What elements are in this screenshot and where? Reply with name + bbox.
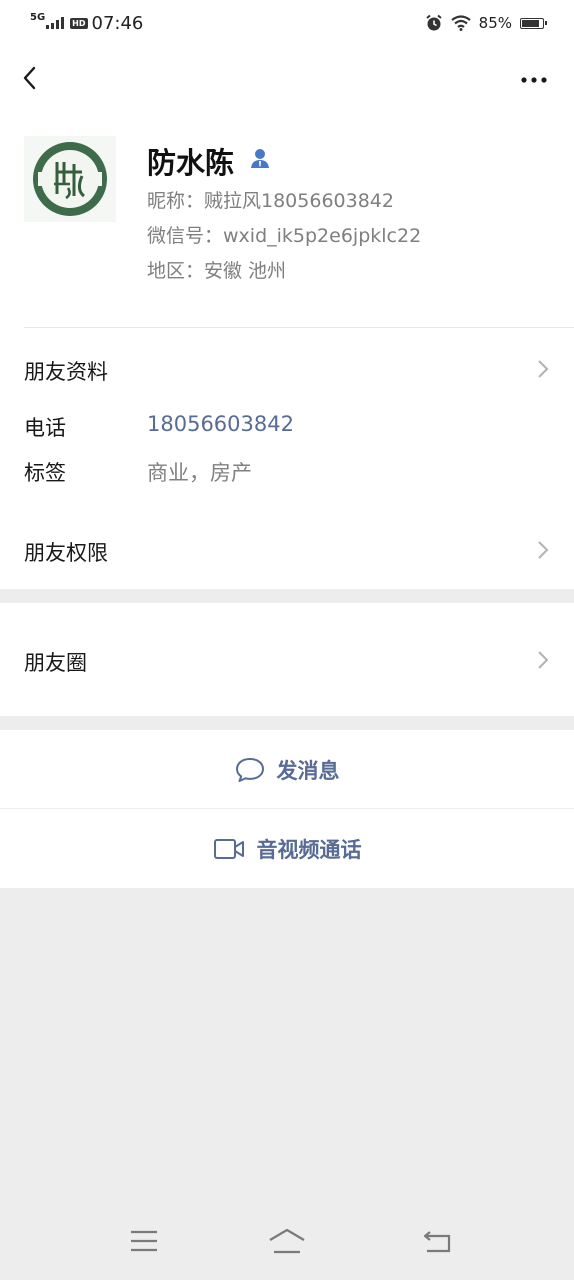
system-nav-bar [0, 1210, 574, 1280]
phone-link[interactable]: 18056603842 [147, 412, 294, 436]
send-message-button[interactable]: 发消息 [0, 730, 574, 809]
alarm-icon [426, 14, 442, 31]
status-bar: 5G HD 07:46 85% [0, 0, 574, 46]
home-button[interactable] [267, 1224, 307, 1258]
signal-icon [46, 17, 65, 29]
tags-value: 商业，房产 [147, 461, 252, 485]
profile-section: 防水陈 昵称：贼拉风18056603842 微信号：wxid_ik5p2e6jp… [0, 46, 574, 589]
battery-icon [520, 17, 547, 29]
menu-icon [131, 1230, 157, 1252]
back-button[interactable] [14, 60, 50, 96]
chevron-left-icon [23, 66, 36, 90]
chevron-right-icon [538, 360, 549, 378]
tags-label: 标签 [24, 461, 66, 485]
nav-bar [0, 46, 574, 112]
more-dots-icon [521, 77, 547, 83]
battery-percent: 85% [478, 14, 512, 32]
chevron-right-icon [538, 651, 549, 669]
wifi-icon [450, 15, 471, 31]
moments-row[interactable]: 朋友圈 [0, 603, 574, 716]
person-icon [251, 149, 269, 168]
send-message-label: 发消息 [276, 758, 340, 783]
chat-bubble-icon [235, 757, 264, 782]
friend-info-row[interactable]: 朋友资料 [0, 327, 574, 407]
battery-fill [522, 19, 539, 27]
moments-title: 朋友圈 [24, 651, 87, 675]
friend-permissions-title: 朋友权限 [24, 541, 108, 565]
video-call-label: 音视频通话 [256, 837, 362, 862]
contact-profile-page: 5G HD 07:46 85% 防水陈 昵称：贼拉风18056603842 微信… [0, 0, 574, 1280]
hd-badge: HD [70, 17, 88, 29]
friend-permissions-row[interactable]: 朋友权限 [0, 511, 574, 589]
menu-button[interactable] [124, 1224, 164, 1258]
avatar-seal-image [24, 136, 116, 222]
status-left: 5G HD 07:46 [30, 10, 143, 36]
friend-info-title: 朋友资料 [24, 360, 108, 384]
region-text: 地区：安徽 池州 [147, 260, 287, 282]
more-button[interactable] [516, 66, 556, 94]
back-nav-button[interactable] [418, 1224, 458, 1258]
wechat-id-text: 微信号：wxid_ik5p2e6jpklc22 [147, 225, 422, 247]
chevron-right-icon [538, 541, 549, 559]
home-icon [269, 1228, 305, 1254]
status-right: 85% [425, 10, 547, 36]
avatar[interactable] [24, 136, 116, 222]
nickname-text: 昵称：贼拉风18056603842 [147, 190, 394, 212]
network-type: 5G [30, 11, 46, 23]
phone-label: 电话 [24, 416, 66, 440]
status-time: 07:46 [91, 12, 144, 34]
video-camera-icon [213, 838, 244, 859]
back-icon [423, 1231, 451, 1253]
video-call-button[interactable]: 音视频通话 [0, 809, 574, 888]
actions-section: 发消息 音视频通话 [0, 730, 574, 888]
contact-name: 防水陈 [147, 146, 235, 180]
